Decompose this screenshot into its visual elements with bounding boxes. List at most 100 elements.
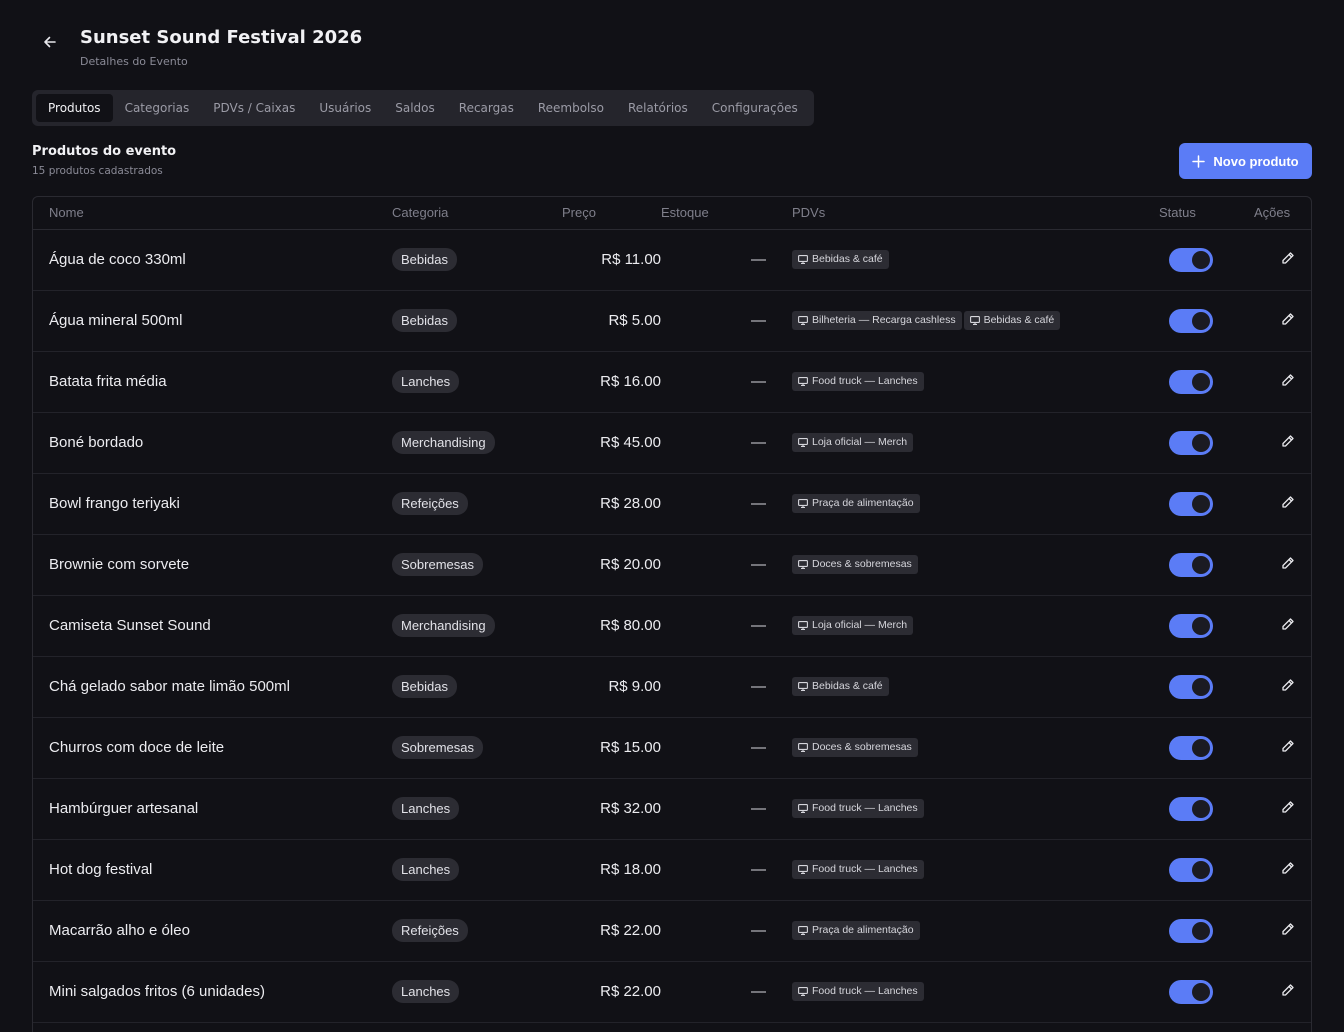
tab-usuarios[interactable]: Usuários [307, 94, 383, 122]
pencil-icon [1281, 800, 1294, 813]
product-stock: — [751, 495, 766, 512]
table-body: Água de coco 330ml Bebidas R$ 11.00 — Bebida… [33, 229, 1311, 1022]
tab-recargas[interactable]: Recargas [447, 94, 526, 122]
pdv-list: Loja oficial — Merch [776, 412, 1143, 473]
pdv-list: Praça de alimentação [776, 473, 1143, 534]
status-toggle[interactable] [1169, 247, 1213, 272]
edit-button[interactable] [1281, 556, 1295, 570]
tab-bar: Produtos Categorias PDVs / Caixas Usuári… [32, 90, 814, 126]
pdv-chip: Praça de alimentação [792, 921, 920, 940]
pencil-icon [1281, 373, 1294, 386]
tab-configuracoes[interactable]: Configurações [700, 94, 810, 122]
pdv-chip-label: Food truck — Lanches [812, 863, 918, 875]
status-toggle[interactable] [1169, 735, 1213, 760]
table-header-row: Nome Categoria Preço Estoque PDVs Status… [33, 197, 1311, 229]
status-toggle[interactable] [1169, 796, 1213, 821]
table-row[interactable]: Batata frita média Lanches R$ 16.00 — Food t… [33, 351, 1311, 412]
tab-produtos[interactable]: Produtos [36, 94, 113, 122]
table-row[interactable]: Hambúrguer artesanal Lanches R$ 32.00 — Food… [33, 778, 1311, 839]
product-price: R$ 9.00 [608, 678, 661, 695]
status-toggle[interactable] [1169, 918, 1213, 943]
status-toggle[interactable] [1169, 979, 1213, 1004]
pdv-chip: Bebidas & café [963, 311, 1061, 330]
product-price: R$ 32.00 [600, 800, 661, 817]
tab-categorias[interactable]: Categorias [113, 94, 202, 122]
table-row[interactable]: Churros com doce de leite Sobremesas R$ 15… [33, 717, 1311, 778]
table-row[interactable]: Brownie com sorvete Sobremesas R$ 20.00 — Do… [33, 534, 1311, 595]
monitor-icon [798, 865, 808, 874]
plus-icon [1192, 154, 1206, 168]
pdv-list: Bebidas & café [776, 656, 1143, 717]
table-row[interactable]: Água mineral 500ml Bebidas R$ 5.00 — Bilhete… [33, 290, 1311, 351]
back-button[interactable] [32, 26, 68, 58]
toggle-knob [1192, 677, 1210, 696]
pdv-list: Bebidas & café [776, 229, 1143, 290]
table-row[interactable]: Chá gelado sabor mate limão 500ml Bebidas… [33, 656, 1311, 717]
toggle-knob [1192, 738, 1210, 757]
pencil-icon [1281, 434, 1294, 447]
table-row[interactable]: Macarrão alho e óleo Refeições R$ 22.00 — Pr… [33, 900, 1311, 961]
tab-reembolso[interactable]: Reembolso [526, 94, 616, 122]
new-product-button[interactable]: Novo produto [1179, 143, 1312, 179]
pdv-chip-label: Bebidas & café [812, 253, 883, 265]
monitor-icon [798, 926, 808, 935]
tab-relatorios[interactable]: Relatórios [616, 94, 700, 122]
toggle-knob [1192, 494, 1210, 513]
edit-button[interactable] [1281, 861, 1295, 875]
product-price: R$ 11.00 [601, 251, 661, 268]
status-toggle[interactable] [1169, 491, 1213, 516]
category-badge: Refeições [392, 492, 468, 515]
tab-saldos[interactable]: Saldos [383, 94, 447, 122]
pdv-chip: Loja oficial — Merch [792, 616, 914, 635]
product-name: Hambúrguer artesanal [49, 800, 199, 817]
product-name: Água de coco 330ml [49, 251, 186, 268]
monitor-icon [798, 682, 808, 691]
edit-button[interactable] [1281, 373, 1295, 387]
edit-button[interactable] [1281, 434, 1295, 448]
edit-button[interactable] [1281, 739, 1295, 753]
column-header-nome[interactable]: Nome [33, 197, 376, 229]
column-header-categoria[interactable]: Categoria [376, 197, 546, 229]
edit-button[interactable] [1281, 495, 1295, 509]
table-row[interactable]: Boné bordado Merchandising R$ 45.00 — Loja o… [33, 412, 1311, 473]
edit-button[interactable] [1281, 617, 1295, 631]
status-toggle[interactable] [1169, 369, 1213, 394]
pdv-chip-label: Loja oficial — Merch [812, 619, 908, 631]
edit-button[interactable] [1281, 678, 1295, 692]
table-row[interactable]: Mini salgados fritos (6 unidades) Lanches… [33, 961, 1311, 1022]
product-name: Churros com doce de leite [49, 739, 225, 756]
status-toggle[interactable] [1169, 674, 1213, 699]
edit-button[interactable] [1281, 922, 1295, 936]
status-toggle[interactable] [1169, 552, 1213, 577]
edit-button[interactable] [1281, 251, 1295, 265]
table-row[interactable]: Hot dog festival Lanches R$ 18.00 — Food tru… [33, 839, 1311, 900]
table-row[interactable]: Bowl frango teriyaki Refeições R$ 28.00 — Pr… [33, 473, 1311, 534]
toggle-knob [1192, 921, 1210, 940]
pdv-chip: Loja oficial — Merch [792, 433, 914, 452]
edit-button[interactable] [1281, 800, 1295, 814]
column-header-preco[interactable]: Preço [546, 197, 661, 229]
product-price: R$ 15.00 [600, 739, 661, 756]
status-toggle[interactable] [1169, 613, 1213, 638]
pdv-chip-label: Food truck — Lanches [812, 375, 918, 387]
pdv-chip: Food truck — Lanches [792, 799, 924, 818]
tab-pdvs-caixas[interactable]: PDVs / Caixas [201, 94, 307, 122]
product-name: Mini salgados fritos (6 unidades) [49, 983, 265, 1000]
category-badge: Lanches [392, 858, 460, 881]
pencil-icon [1281, 861, 1294, 874]
edit-button[interactable] [1281, 983, 1295, 997]
pencil-icon [1281, 739, 1294, 752]
monitor-icon [798, 743, 808, 752]
product-stock: — [751, 922, 766, 939]
pencil-icon [1281, 556, 1294, 569]
status-toggle[interactable] [1169, 308, 1213, 333]
column-header-estoque[interactable]: Estoque [661, 197, 776, 229]
product-price: R$ 28.00 [600, 495, 661, 512]
category-badge: Merchandising [392, 614, 495, 637]
edit-button[interactable] [1281, 312, 1295, 326]
status-toggle[interactable] [1169, 857, 1213, 882]
status-toggle[interactable] [1169, 430, 1213, 455]
new-product-label: Novo produto [1213, 153, 1299, 169]
table-row[interactable]: Água de coco 330ml Bebidas R$ 11.00 — Bebida… [33, 229, 1311, 290]
table-row[interactable]: Camiseta Sunset Sound Merchandising R$ 80.… [33, 595, 1311, 656]
